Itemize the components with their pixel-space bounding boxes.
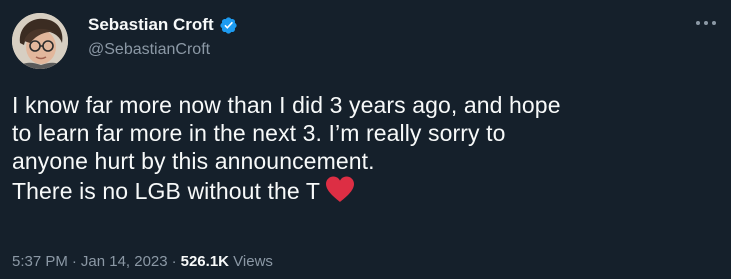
tweet-card: Sebastian Croft @SebastianCroft I know f… [0,0,731,279]
tweet-line-2: to learn far more in the next 3. I’m rea… [12,120,506,146]
meta-separator: · [71,253,77,270]
tweet-line-3: anyone hurt by this announcement. [12,148,375,174]
views-count: 526.1K [180,253,229,270]
tweet-date[interactable]: Jan 14, 2023 [81,253,168,270]
tweet-line-4: There is no LGB without the T [12,175,712,205]
more-options-icon [696,21,716,25]
tweet-time[interactable]: 5:37 PM [12,253,68,270]
author-handle[interactable]: @SebastianCroft [88,41,210,59]
tweet-metadata: 5:37 PM · Jan 14, 2023 · 526.1K Views [12,253,273,270]
views-label: Views [233,253,273,270]
author-name-text[interactable]: Sebastian Croft [88,15,214,35]
avatar[interactable] [12,13,68,69]
red-heart-icon [324,175,356,203]
author-name[interactable]: Sebastian Croft [88,15,238,35]
verified-badge-icon[interactable] [219,16,238,35]
tweet-line-1: I know far more now than I did 3 years a… [12,92,561,118]
more-options-button[interactable] [693,13,719,33]
meta-separator-2: · [171,253,177,270]
tweet-line-4-text: There is no LGB without the T [12,178,321,204]
tweet-text: I know far more now than I did 3 years a… [12,91,712,205]
